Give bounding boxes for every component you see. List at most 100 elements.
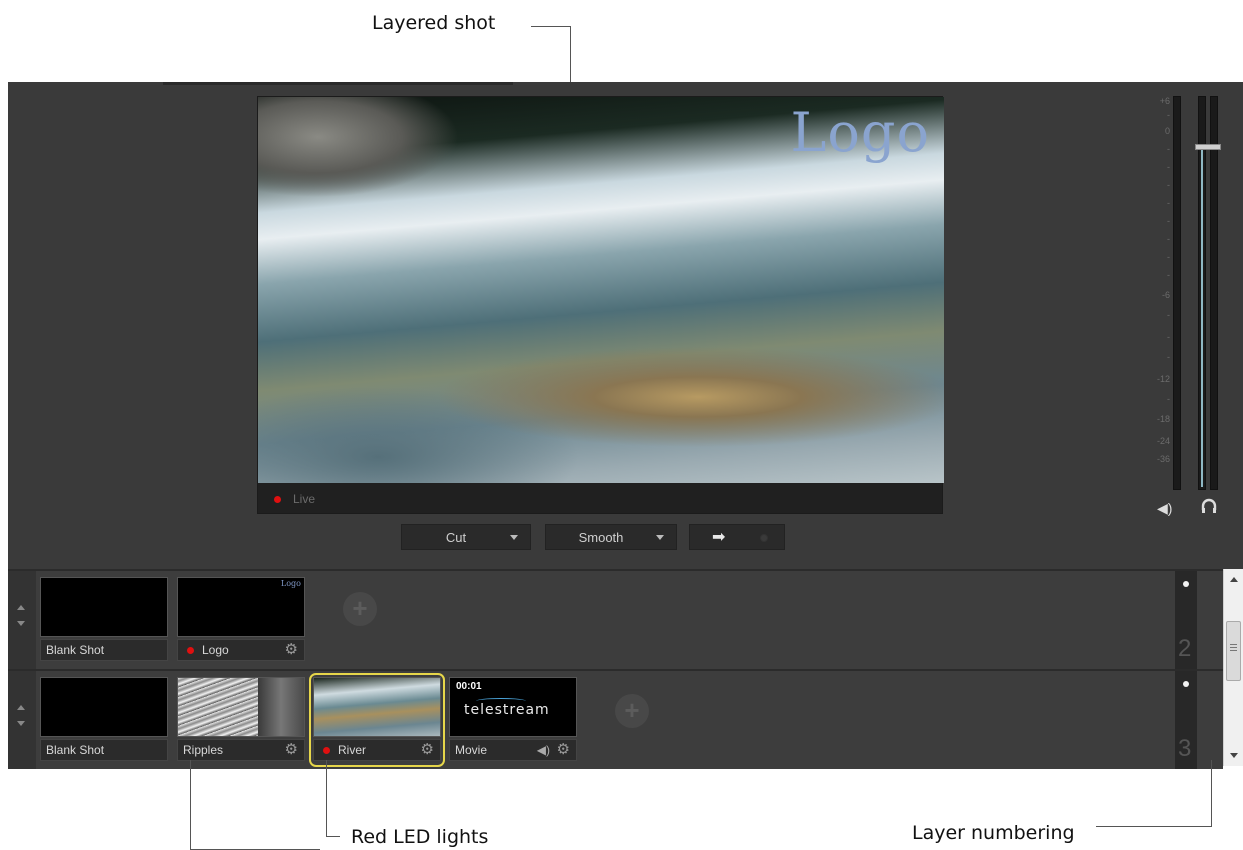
meter-tick: - (1167, 110, 1170, 120)
meter-tick: -36 (1156, 454, 1170, 464)
shot-name: Blank Shot (46, 643, 105, 657)
live-preview: Logo Live (257, 96, 944, 515)
meter-tick: - (1167, 310, 1170, 320)
headphone-level-meter[interactable] (1198, 96, 1206, 490)
brand-swoosh (476, 698, 526, 704)
meter-fill (1201, 147, 1203, 487)
scroll-up-icon[interactable] (1230, 577, 1238, 582)
callout-line (1096, 826, 1212, 827)
shot-name: River (338, 743, 367, 757)
layer-number-label: 2 (1178, 635, 1192, 662)
callout-red-led-lights: Red LED lights (351, 826, 489, 848)
shot-label: Ripples ⚙ (177, 739, 305, 761)
meter-tick: - (1167, 332, 1170, 342)
layer-row-2: Blank Shot Logo Logo ⚙ + 2 (8, 569, 1223, 669)
shot-blank-layer2[interactable]: Blank Shot (40, 577, 168, 663)
meter-tick: +6 (1159, 96, 1170, 106)
add-shot-button[interactable]: + (343, 592, 377, 626)
top-strip (163, 82, 513, 85)
layer-reorder-handle[interactable] (8, 671, 36, 769)
thumb-brand-text: telestream (464, 702, 550, 718)
meter-tick: -6 (1161, 290, 1170, 300)
shot-thumbnail (313, 677, 441, 737)
chevron-down-icon (17, 621, 25, 626)
chevron-down-icon (656, 534, 664, 540)
transition-type-dropdown[interactable]: Cut (401, 524, 531, 550)
shot-river[interactable]: River ⚙ (309, 673, 445, 767)
callout-line (326, 760, 327, 836)
shot-name: Movie (455, 743, 488, 757)
audio-meter-scale: +6 - 0 - - - - - - - - -6 - - - -12 - -1… (1140, 96, 1170, 492)
shot-label: Blank Shot (40, 739, 168, 761)
live-led-icon (187, 646, 194, 654)
callout-line (531, 26, 571, 27)
callout-line (326, 836, 340, 837)
thumb-rock (258, 678, 304, 736)
meter-tick: - (1167, 252, 1170, 262)
shot-thumbnail (177, 677, 305, 737)
meter-tick: - (1167, 352, 1170, 362)
gear-icon[interactable]: ⚙ (421, 742, 434, 758)
layer-number[interactable]: 2 (1175, 571, 1197, 669)
meter-tick: - (1167, 162, 1170, 172)
meter-tick: - (1167, 216, 1170, 226)
take-transition-button[interactable]: ➡ (689, 524, 785, 550)
layer-visible-led-icon (1183, 681, 1189, 687)
gear-icon[interactable]: ⚙ (285, 742, 298, 758)
callout-layer-numbering: Layer numbering (912, 822, 1075, 844)
layer-reorder-handle[interactable] (8, 571, 36, 669)
headphone-icon[interactable] (1201, 498, 1217, 514)
movie-timecode: 00:01 (456, 681, 482, 692)
shot-movie[interactable]: 00:01 telestream Movie ◀) ⚙ (449, 677, 577, 763)
callout-layered-shot: Layered shot (372, 12, 496, 34)
speaker-icon[interactable]: ◀) (537, 743, 550, 757)
layer-number[interactable]: 3 (1175, 671, 1197, 769)
switcher-window: Logo Live Cut Smooth ➡ +6 - 0 - - - - - … (8, 82, 1243, 769)
preview-video: Logo (258, 97, 944, 483)
transition-style-label: Smooth (578, 529, 624, 545)
meter-tick: 0 (1164, 126, 1170, 136)
shot-blank-layer3[interactable]: Blank Shot (40, 677, 168, 763)
shot-ripples[interactable]: Ripples ⚙ (177, 677, 305, 763)
chevron-up-icon (17, 605, 25, 610)
meter-tick: - (1167, 234, 1170, 244)
shot-label: River ⚙ (313, 739, 441, 761)
gear-icon[interactable]: ⚙ (557, 742, 570, 758)
layer-visible-led-icon (1183, 581, 1189, 587)
chevron-up-icon (17, 705, 25, 710)
transition-led-icon (760, 534, 768, 542)
chevron-down-icon (510, 534, 518, 540)
meter-tick: - (1167, 394, 1170, 404)
callout-line (190, 760, 191, 850)
shot-thumbnail (40, 677, 168, 737)
live-led-icon (323, 746, 330, 754)
speaker-icon[interactable]: ◀) (1157, 500, 1172, 517)
meter-tick: -24 (1156, 436, 1170, 446)
meter-tick: -12 (1156, 374, 1170, 384)
speaker-level-meter (1173, 96, 1181, 490)
arrow-right-icon: ➡ (712, 529, 726, 546)
transition-style-dropdown[interactable]: Smooth (545, 524, 677, 550)
live-led-icon (274, 495, 281, 503)
gear-icon[interactable]: ⚙ (285, 642, 298, 658)
shot-name: Ripples (183, 743, 224, 757)
layer-number-label: 3 (1178, 735, 1192, 762)
shot-thumbnail: Logo (177, 577, 305, 637)
meter-tick: - (1167, 144, 1170, 154)
shot-logo[interactable]: Logo Logo ⚙ (177, 577, 305, 663)
meter-tick: -18 (1156, 414, 1170, 424)
meter-tick: - (1167, 180, 1170, 190)
scroll-thumb[interactable] (1226, 621, 1241, 681)
shot-label: Movie ◀) ⚙ (449, 739, 577, 761)
live-status: Live (258, 483, 944, 515)
volume-fader-handle[interactable] (1195, 144, 1221, 150)
scroll-down-icon[interactable] (1230, 753, 1238, 758)
live-label: Live (293, 492, 316, 506)
shot-thumbnail (40, 577, 168, 637)
layers-scrollbar[interactable] (1223, 569, 1243, 766)
callout-line (1211, 760, 1212, 827)
headphone-level-meter-right (1210, 96, 1218, 490)
add-shot-button[interactable]: + (615, 694, 649, 728)
shot-label: Blank Shot (40, 639, 168, 661)
shot-name: Logo (202, 643, 229, 657)
